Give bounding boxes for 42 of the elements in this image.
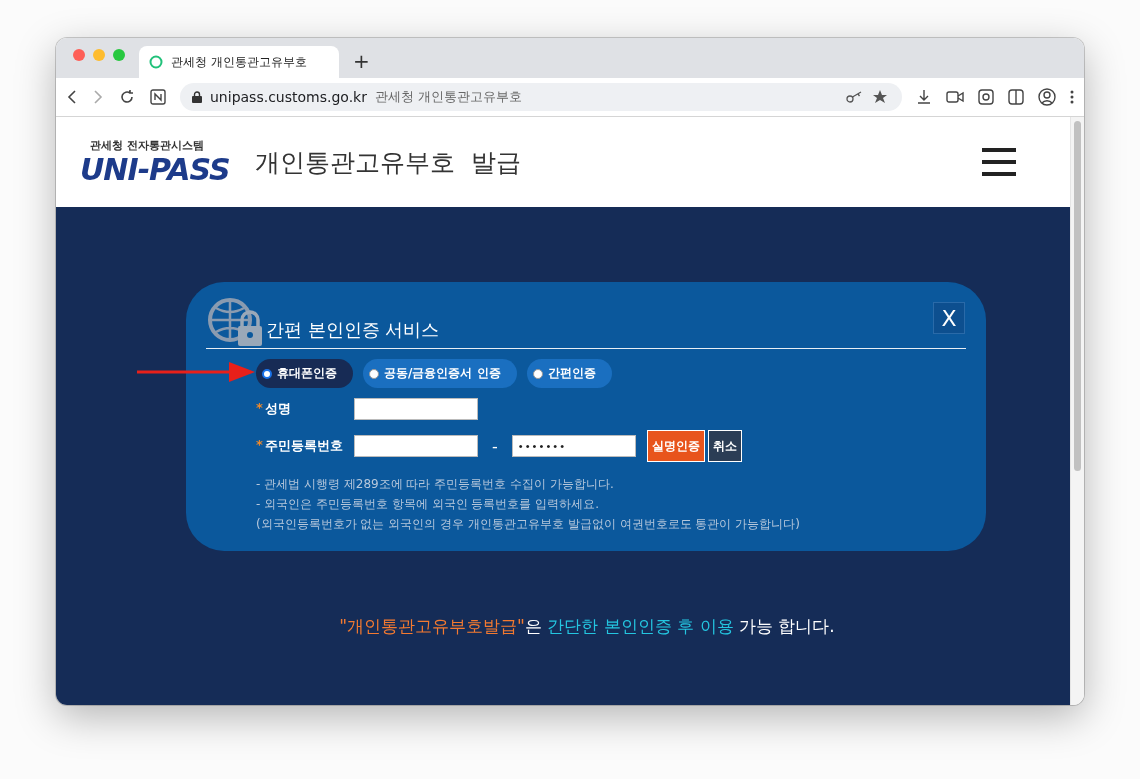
sidebar-icon[interactable] (1008, 89, 1024, 105)
password-field[interactable]: • • • • • • • (511, 435, 636, 457)
scrollbar[interactable] (1070, 117, 1084, 705)
notice-text: - 외국인은 주민등록번호 항목에 외국인 등록번호를 입력하세요. (256, 496, 601, 513)
camera-icon[interactable] (946, 90, 964, 104)
url-text: unipass.customs.go.kr (210, 89, 367, 105)
required-mark: * (256, 400, 263, 417)
lock-icon (192, 91, 202, 103)
field-label: 주민등록번호 (264, 437, 343, 455)
text-field[interactable] (354, 398, 478, 420)
extension-icon[interactable] (150, 89, 166, 105)
reload-icon[interactable] (118, 88, 136, 106)
address-bar[interactable]: unipass.customs.go.kr 관세청 개인통관고유부호 (180, 83, 902, 111)
dialog-title: 간편 본인인증 서비스 (266, 318, 441, 342)
auth-method-option[interactable]: 간편인증 (526, 359, 612, 388)
screenshot-icon[interactable] (978, 89, 994, 105)
key-icon[interactable] (846, 91, 864, 103)
auth-method-option[interactable]: 공동/금융인증서 인증 (363, 359, 517, 388)
new-tab-button[interactable]: + (339, 49, 370, 78)
menu-icon[interactable] (982, 147, 1016, 177)
globe-lock-icon (206, 298, 264, 346)
site-icon (149, 55, 163, 69)
notice-text: (외국인등록번호가 없는 외국인의 경우 개인통관고유부호 발급없이 여권번호로도 통관이 가능합니다) (256, 516, 801, 533)
back-icon[interactable] (66, 89, 78, 105)
profile-icon[interactable] (1038, 88, 1056, 106)
close-button[interactable]: X (933, 302, 965, 334)
page-heading: 개인통관고유부호 발급 (255, 146, 522, 179)
info-message: "개인통관고유부호발급"은 간단한 본인인증 후 이용 가능 합니다. (338, 615, 836, 638)
verify-button[interactable]: 실명인증 (646, 430, 705, 462)
logo[interactable]: 관세청 전자통관시스템 UNI-PASS (80, 137, 245, 187)
separator-dash: - (492, 436, 498, 456)
tab-title: 관세청 개인통관고유부호 (171, 53, 307, 71)
auth-method-option[interactable]: 휴대폰인증 (256, 359, 353, 388)
browser-tab[interactable]: 관세청 개인통관고유부호 (139, 46, 339, 78)
notice-text: - 관세법 시행령 제289조에 따라 주민등록번호 수집이 가능합니다. (256, 476, 615, 493)
required-mark: * (256, 437, 263, 454)
cancel-button[interactable]: 취소 (707, 430, 742, 462)
page-title: 관세청 개인통관고유부호 (374, 88, 524, 106)
field-label: 성명 (264, 400, 291, 418)
text-field[interactable] (354, 435, 478, 457)
menu-icon[interactable] (1070, 90, 1074, 104)
download-icon[interactable] (916, 89, 932, 105)
